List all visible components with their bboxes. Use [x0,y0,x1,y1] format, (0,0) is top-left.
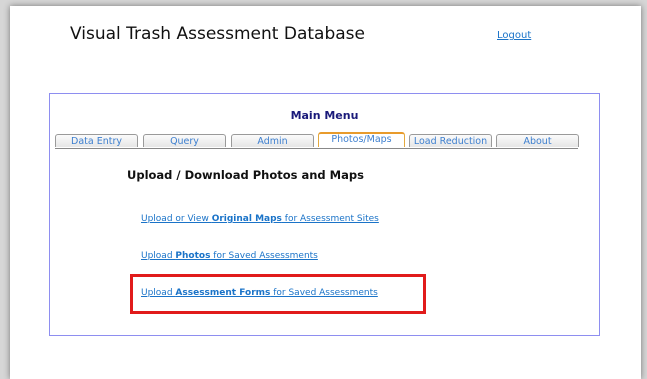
logout-link[interactable]: Logout [497,30,531,41]
link-text-post: for Saved Assessments [210,251,318,261]
link-text-pre: Upload or View [141,214,212,224]
tab-data-entry[interactable]: Data Entry [55,134,138,147]
tab-strip: Data Entry Query Admin Photos/Maps Load … [55,132,579,149]
link-text-bold: Original Maps [211,214,282,224]
link-text-post: for Assessment Sites [281,214,379,224]
app-title: Visual Trash Assessment Database [70,24,365,44]
tab-query[interactable]: Query [143,134,226,147]
tab-photos-maps[interactable]: Photos/Maps [318,132,405,147]
section-heading: Upload / Download Photos and Maps [127,168,364,182]
link-text-pre: Upload [141,251,176,261]
main-menu-header: Main Menu [290,109,359,122]
link-text-bold: Photos [175,251,211,261]
upload-maps-link[interactable]: Upload or View Original Maps for Assessm… [141,214,379,224]
highlight-box [130,274,426,314]
tab-admin[interactable]: Admin [231,134,314,147]
tab-about[interactable]: About [496,134,579,147]
upload-photos-link[interactable]: Upload Photos for Saved Assessments [141,251,318,261]
tab-load-reduction[interactable]: Load Reduction [409,134,492,147]
